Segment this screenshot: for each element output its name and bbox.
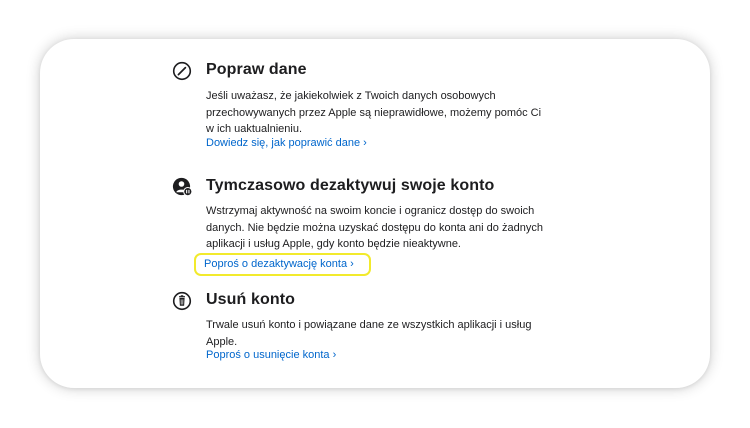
pencil-circle-icon — [172, 61, 192, 81]
section-description: Wstrzymaj aktywność na swoim koncie i og… — [206, 205, 543, 250]
section-description: Trwale usuń konto i powiązane dane ze ws… — [206, 319, 532, 348]
section-title: Tymczasowo dezaktywuj swoje konto — [206, 177, 495, 194]
learn-correct-data-link[interactable]: Dowiedz się, jak poprawić dane › — [206, 135, 367, 152]
person-pause-icon — [172, 177, 193, 197]
highlight-box — [194, 253, 371, 276]
section-delete-account: Usuń konto Trwale usuń konto i powiązane… — [172, 290, 552, 370]
section-title: Usuń konto — [206, 291, 295, 308]
section-description: Jeśli uważasz, że jakiekolwiek z Twoich … — [206, 90, 542, 135]
section-title: Popraw dane — [206, 61, 307, 78]
request-deletion-link[interactable]: Poproś o usunięcie konta › — [206, 347, 336, 364]
trash-circle-icon — [172, 291, 192, 311]
section-correct-data: Popraw dane Jeśli uważasz, że jakiekolwi… — [172, 60, 552, 160]
